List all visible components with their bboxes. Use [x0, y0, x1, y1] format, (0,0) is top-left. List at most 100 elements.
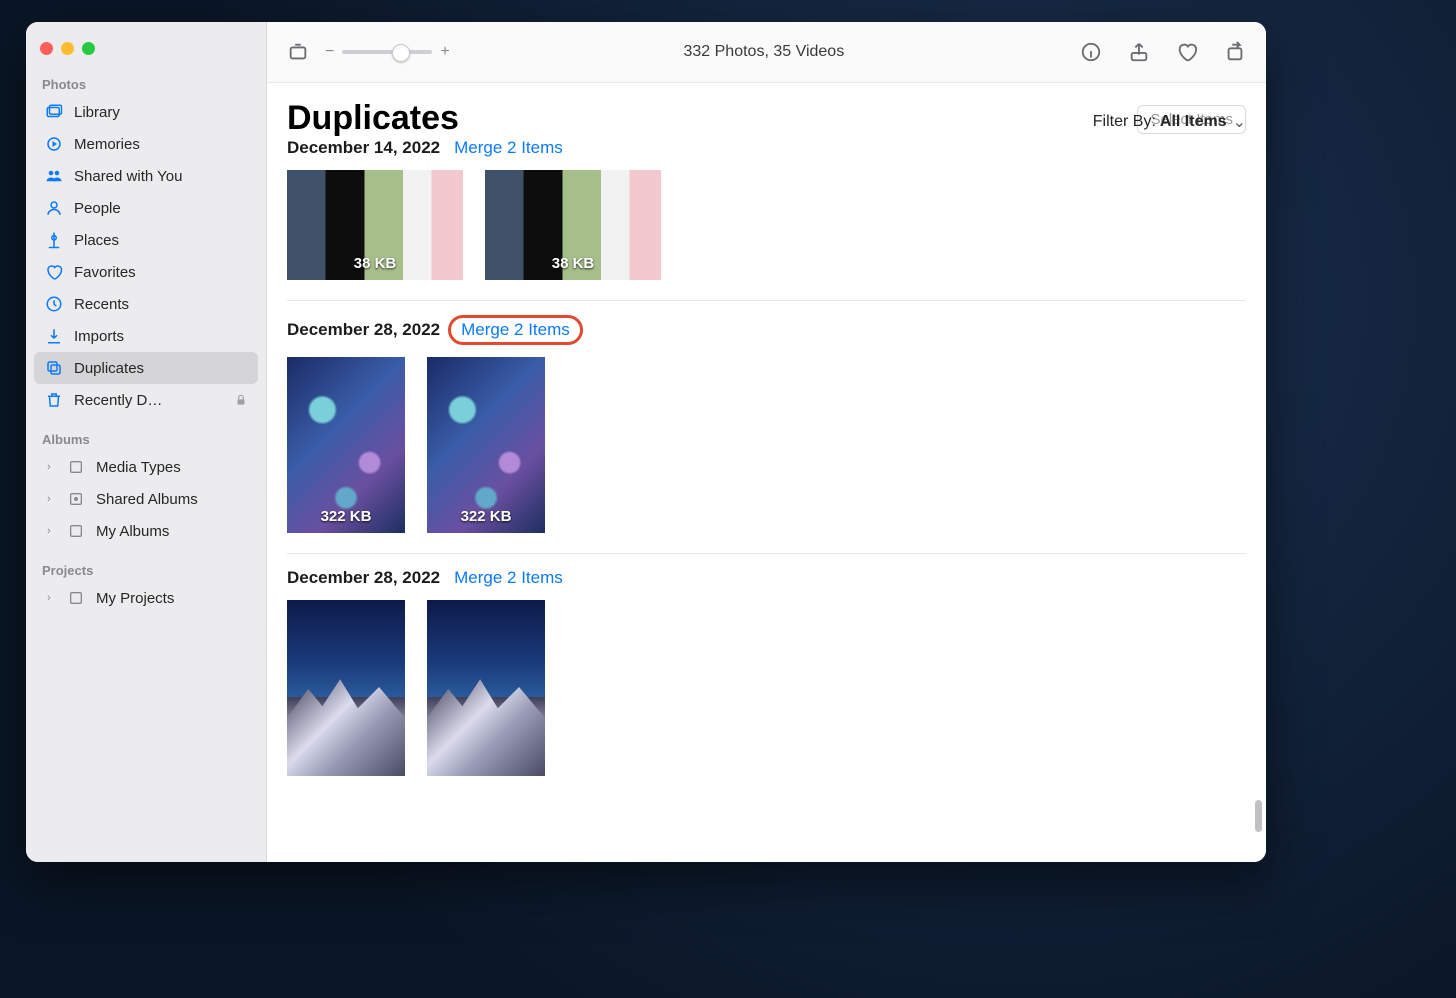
- sidebar-item-shared-with-you[interactable]: Shared with You: [34, 160, 258, 192]
- clock-icon: [44, 294, 64, 314]
- trash-icon: [44, 390, 64, 410]
- scrollbar[interactable]: [1254, 22, 1262, 862]
- photo-library-icon: [44, 102, 64, 122]
- scrollbar-thumb[interactable]: [1255, 800, 1262, 832]
- sidebar-projects-list: › My Projects: [26, 582, 266, 626]
- sidebar-item-label: Shared Albums: [96, 491, 198, 508]
- sidebar-item-label: Memories: [74, 136, 140, 153]
- places-icon: [44, 230, 64, 250]
- duplicate-group: December 14, 2022 Merge 2 Items 38 KB 38 KB: [287, 138, 1246, 286]
- file-size-badge: 322 KB: [321, 508, 372, 533]
- lock-icon: [234, 393, 248, 407]
- sidebar-item-label: Duplicates: [74, 360, 144, 377]
- zoom-track[interactable]: [342, 50, 432, 54]
- sidebar-item-people[interactable]: People: [34, 192, 258, 224]
- sidebar-item-recently-deleted[interactable]: Recently D…: [34, 384, 258, 416]
- close-window-button[interactable]: [40, 42, 53, 55]
- sidebar-item-label: Shared with You: [74, 168, 182, 185]
- shared-with-you-icon: [44, 166, 64, 186]
- thumbnail-row: 124 KB 133 KB: [287, 588, 1246, 782]
- sidebar-item-media-types[interactable]: › Media Types: [34, 451, 258, 483]
- chevron-right-icon: ›: [44, 461, 54, 473]
- people-icon: [44, 198, 64, 218]
- sidebar-item-label: Favorites: [74, 264, 136, 281]
- sidebar-item-shared-albums[interactable]: › Shared Albums: [34, 483, 258, 515]
- file-size-badge: 133 KB: [461, 751, 512, 776]
- sidebar-section-photos: Photos: [26, 73, 266, 96]
- thumbnail-row: 38 KB 38 KB: [287, 158, 1246, 286]
- album-icon: [66, 457, 86, 477]
- info-icon[interactable]: [1078, 39, 1104, 65]
- sidebar-item-label: My Projects: [96, 590, 174, 607]
- sidebar-item-label: Places: [74, 232, 119, 249]
- chevron-right-icon: ›: [44, 592, 54, 604]
- sidebar-item-label: Library: [74, 104, 120, 121]
- sidebar-item-imports[interactable]: Imports: [34, 320, 258, 352]
- page-title: Duplicates: [287, 99, 459, 138]
- photo-thumbnail[interactable]: 38 KB: [485, 170, 661, 280]
- sidebar-item-my-albums[interactable]: › My Albums: [34, 515, 258, 547]
- group-date: December 28, 2022: [287, 320, 440, 340]
- project-icon: [66, 588, 86, 608]
- chevron-down-icon: ⌄: [1233, 112, 1246, 132]
- fullscreen-window-button[interactable]: [82, 42, 95, 55]
- sidebar-item-label: Media Types: [96, 459, 181, 476]
- duplicate-group: December 28, 2022Merge 2 Items322 KB322 …: [287, 300, 1246, 539]
- chevron-right-icon: ›: [44, 525, 54, 537]
- memories-icon: [44, 134, 64, 154]
- file-size-badge: 322 KB: [461, 508, 512, 533]
- merge-items-link[interactable]: Merge 2 Items: [454, 138, 563, 158]
- sidebar-section-projects: Projects: [26, 559, 266, 582]
- group-date: December 28, 2022: [287, 568, 440, 588]
- share-icon[interactable]: [1126, 39, 1152, 65]
- zoom-out-icon[interactable]: −: [325, 43, 334, 61]
- zoom-slider[interactable]: − +: [325, 43, 450, 61]
- group-date: December 14, 2022: [287, 138, 440, 158]
- library-summary: 332 Photos, 35 Videos: [464, 43, 1064, 61]
- duplicate-group: December 28, 2022 Merge 2 Items 124 KB 133 …: [287, 553, 1246, 782]
- file-size-badge: 38 KB: [552, 255, 595, 280]
- file-size-badge: 124 KB: [321, 751, 372, 776]
- aspect-toggle-icon[interactable]: [285, 39, 311, 65]
- photo-thumbnail[interactable]: 133 KB: [427, 600, 545, 776]
- thumbnail-row: 322 KB 322 KB: [287, 345, 1246, 539]
- sidebar-item-places[interactable]: Places: [34, 224, 258, 256]
- download-icon: [44, 326, 64, 346]
- sidebar-item-recents[interactable]: Recents: [34, 288, 258, 320]
- chevron-right-icon: ›: [44, 493, 54, 505]
- window-controls: [26, 34, 266, 73]
- sidebar-albums-list: › Media Types › Shared Albums › My Album…: [26, 451, 266, 559]
- zoom-in-icon[interactable]: +: [440, 43, 449, 61]
- app-window: Photos Library Memories Shared with You …: [26, 22, 1266, 862]
- file-size-badge: 38 KB: [354, 255, 397, 280]
- sidebar-item-label: Imports: [74, 328, 124, 345]
- sidebar-item-memories[interactable]: Memories: [34, 128, 258, 160]
- sidebar-item-label: Recently D…: [74, 392, 162, 409]
- duplicates-icon: [44, 358, 64, 378]
- sidebar-item-label: My Albums: [96, 523, 169, 540]
- shared-album-icon: [66, 489, 86, 509]
- content-scroll[interactable]: Duplicates Select Items Filter By: All I…: [267, 83, 1266, 862]
- filter-value: All Items: [1160, 113, 1227, 131]
- minimize-window-button[interactable]: [61, 42, 74, 55]
- sidebar-item-my-projects[interactable]: › My Projects: [34, 582, 258, 614]
- heart-icon: [44, 262, 64, 282]
- sidebar: Photos Library Memories Shared with You …: [26, 22, 267, 862]
- photo-thumbnail[interactable]: 322 KB: [287, 357, 405, 533]
- merge-items-link[interactable]: Merge 2 Items: [448, 315, 583, 345]
- sidebar-photos-list: Library Memories Shared with You People …: [26, 96, 266, 428]
- photo-thumbnail[interactable]: 124 KB: [287, 600, 405, 776]
- sidebar-item-label: Recents: [74, 296, 129, 313]
- rotate-icon[interactable]: [1222, 39, 1248, 65]
- toolbar: − + 332 Photos, 35 Videos: [267, 22, 1266, 83]
- zoom-thumb[interactable]: [392, 44, 410, 62]
- sidebar-item-favorites[interactable]: Favorites: [34, 256, 258, 288]
- sidebar-item-duplicates[interactable]: Duplicates: [34, 352, 258, 384]
- album-icon: [66, 521, 86, 541]
- photo-thumbnail[interactable]: 38 KB: [287, 170, 463, 280]
- main-content: − + 332 Photos, 35 Videos Duplicates Sel…: [267, 22, 1266, 862]
- merge-items-link[interactable]: Merge 2 Items: [454, 568, 563, 588]
- sidebar-item-library[interactable]: Library: [34, 96, 258, 128]
- favorite-icon[interactable]: [1174, 39, 1200, 65]
- photo-thumbnail[interactable]: 322 KB: [427, 357, 545, 533]
